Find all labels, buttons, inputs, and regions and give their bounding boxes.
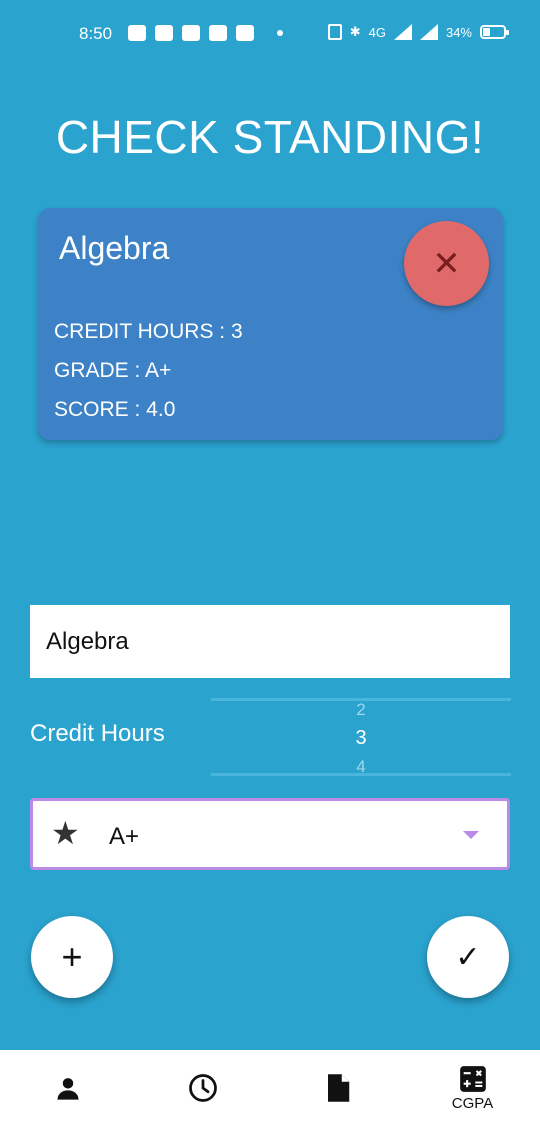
app-icon <box>236 25 254 41</box>
bluetooth-icon: ✱ <box>349 24 361 39</box>
course-card: Algebra CREDIT HOURS : 3 GRADE : A+ SCOR… <box>38 208 503 440</box>
grade-value: A+ <box>109 823 140 850</box>
document-icon <box>327 1074 349 1102</box>
status-time: 8:50 <box>79 24 113 43</box>
network-type: 4G <box>368 24 386 40</box>
dot-icon <box>277 30 283 36</box>
credit-hours-picker[interactable]: 2 3 4 <box>211 698 511 776</box>
nav-item-document[interactable] <box>270 1050 405 1126</box>
plus-icon: + <box>61 936 83 977</box>
remove-course-button[interactable]: ✕ <box>404 221 489 306</box>
page-title: CHECK STANDING! <box>55 111 485 163</box>
notification-icon <box>128 25 146 41</box>
close-icon: ✕ <box>432 244 461 283</box>
check-icon: ✓ <box>455 940 481 974</box>
battery-percent: 34% <box>445 24 472 40</box>
battery-icon <box>480 25 509 39</box>
status-bar: 8:50 ✱ 4G 34% <box>0 0 540 68</box>
nav-item-history[interactable] <box>135 1050 270 1126</box>
youtube-icon <box>155 25 173 41</box>
linkedin-icon <box>182 25 200 41</box>
bottom-nav: CGPA <box>0 1050 540 1126</box>
vibrate-icon <box>327 24 342 40</box>
course-grade: GRADE : A+ <box>54 359 172 382</box>
calculate-button[interactable]: ✓ <box>427 916 509 998</box>
credit-hours-label: Credit Hours <box>30 720 165 747</box>
nav-item-profile[interactable] <box>0 1050 135 1126</box>
system-icons: ✱ 4G 34% <box>327 24 509 40</box>
nav-label-cgpa: CGPA <box>451 1094 494 1112</box>
course-credit-hours: CREDIT HOURS : 3 <box>54 320 243 343</box>
chevron-down-icon <box>463 831 479 839</box>
clock-icon <box>188 1074 217 1102</box>
person-icon <box>57 1078 78 1100</box>
course-name: Algebra <box>59 230 170 266</box>
notification-icons <box>128 25 283 41</box>
star-icon: ★ <box>51 815 80 851</box>
nav-item-cgpa[interactable]: CGPA <box>405 1050 540 1126</box>
gmail-icon <box>209 25 227 41</box>
add-course-button[interactable]: + <box>31 916 113 998</box>
picker-current-value[interactable]: 3 <box>211 727 511 750</box>
course-name-input[interactable] <box>30 605 510 678</box>
picker-prev-value[interactable]: 2 <box>211 700 511 720</box>
grade-select[interactable]: ★ A+ <box>30 798 510 870</box>
calculator-icon <box>459 1065 486 1092</box>
course-score: SCORE : 4.0 <box>54 398 176 421</box>
signal-icon <box>393 24 412 40</box>
signal-icon <box>419 24 438 40</box>
picker-divider <box>211 773 511 776</box>
